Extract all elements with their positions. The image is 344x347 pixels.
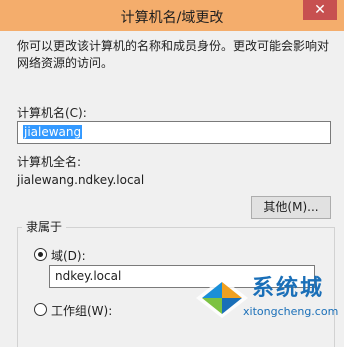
computer-name-input[interactable]: jialewang: [17, 121, 331, 144]
more-button[interactable]: 其他(M)...: [251, 196, 331, 219]
domain-value: ndkey.local: [55, 269, 122, 283]
watermark-text: 系统城: [252, 276, 325, 301]
computer-name-label: 计算机名(C):: [17, 106, 87, 120]
workgroup-label: 工作组(W):: [51, 304, 113, 318]
close-icon: ✕: [314, 2, 326, 18]
member-of-title: 隶属于: [22, 220, 67, 235]
description-text: 你可以更改该计算机的名称和成员身份。更改可能会影响对网络资源的访问。: [17, 39, 330, 70]
full-name-label: 计算机全名:: [17, 155, 82, 169]
full-name-value: jialewang.ndkey.local: [17, 173, 145, 187]
watermark-url: xitongcheng.com: [243, 305, 339, 318]
domain-radio[interactable]: [34, 248, 47, 261]
domain-label: 域(D):: [51, 249, 86, 263]
workgroup-radio[interactable]: [34, 303, 47, 316]
close-button[interactable]: ✕: [303, 0, 337, 20]
radio-selected-dot: [38, 252, 43, 257]
window-title: 计算机名/域更改: [120, 10, 224, 26]
title-bar: 计算机名/域更改 ✕: [0, 0, 344, 31]
computer-name-value: jialewang: [23, 125, 83, 139]
